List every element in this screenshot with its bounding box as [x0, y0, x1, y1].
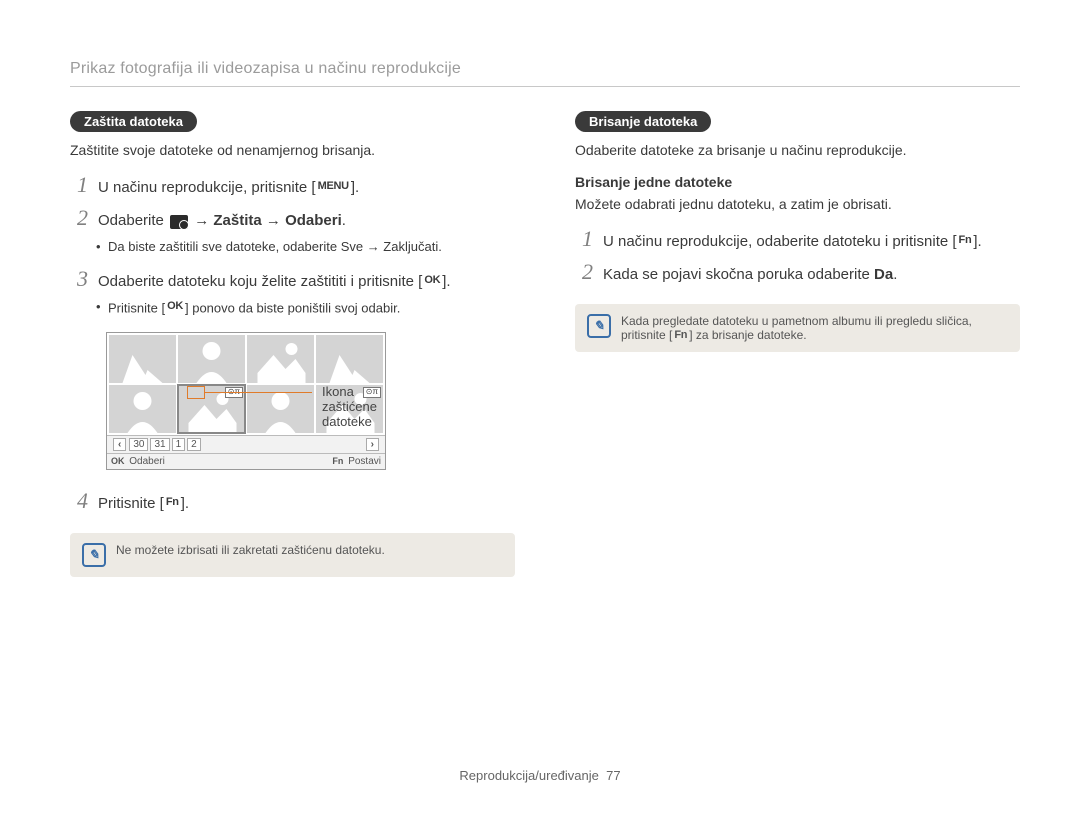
step-number: 4 — [70, 488, 88, 514]
date-cell: 31 — [150, 438, 169, 451]
prev-arrow-icon: ‹ — [113, 438, 126, 451]
page-footer: Reprodukcija/uređivanje 77 — [0, 768, 1080, 783]
protect-intro: Zaštitite svoje datoteke od nenamjernog … — [70, 142, 515, 158]
delete-subintro: Možete odabrati jednu datoteku, a zatim … — [575, 196, 1020, 212]
next-arrow-icon: › — [366, 438, 379, 451]
date-cell: 30 — [129, 438, 148, 451]
step-4-text: Pritisnite [Fn]. — [98, 493, 189, 515]
callout-line — [204, 392, 312, 393]
section-pill-protect: Zaštita datoteka — [70, 111, 197, 132]
delete-intro: Odaberite datoteke za brisanje u načinu … — [575, 142, 1020, 158]
step-3-text: Odaberite datoteku koju želite zaštititi… — [98, 271, 451, 293]
ok-button-glyph: OK — [165, 298, 185, 315]
step-2-text: Odaberite → Zaštita → Odaberi. — [98, 210, 346, 232]
right-column: Brisanje datoteka Odaberite datoteke za … — [575, 111, 1020, 577]
step-number: 1 — [575, 226, 593, 252]
step-number: 2 — [575, 259, 593, 285]
fn-button-glyph: Fn — [957, 232, 974, 250]
date-row: ‹ 30 31 1 2 › — [107, 435, 385, 453]
date-cell: 2 — [187, 438, 201, 451]
note-text: Kada pregledate datoteku u pametnom albu… — [621, 314, 1008, 342]
menu-button-glyph: MENU — [316, 178, 351, 196]
thumb — [109, 335, 176, 383]
thumbnail-figure: ⊙π ⊙π ‹ 30 31 1 — [106, 332, 386, 470]
page-title: Prikaz fotografija ili videozapisa u nač… — [70, 60, 1020, 87]
step-number: 2 — [70, 205, 88, 231]
callout-label: Ikona zaštićene datoteke — [322, 384, 386, 429]
step-number: 1 — [70, 172, 88, 198]
note-text: Ne možete izbrisati ili zakretati zaštić… — [116, 543, 385, 557]
note-box: ✎ Kada pregledate datoteku u pametnom al… — [575, 304, 1020, 352]
right-step-2-text: Kada se pojavi skočna poruka odaberite D… — [603, 264, 897, 286]
command-row: OK Odaberi Fn Postavi — [107, 453, 385, 469]
thumb — [109, 385, 176, 433]
note-icon: ✎ — [82, 543, 106, 567]
thumb — [178, 335, 245, 383]
callout-box — [187, 386, 205, 399]
step-2-bullet: Da biste zaštitili sve datoteke, odaberi… — [108, 238, 515, 256]
thumb — [247, 335, 314, 383]
fn-button-glyph: Fn — [672, 328, 689, 342]
section-pill-delete: Brisanje datoteka — [575, 111, 711, 132]
note-box: ✎ Ne možete izbrisati ili zakretati zašt… — [70, 533, 515, 577]
settings-icon — [170, 215, 188, 229]
thumb — [316, 335, 383, 383]
step-number: 3 — [70, 266, 88, 292]
step-3-bullet: Pritisnite [OK] ponovo da biste poništil… — [108, 298, 515, 318]
delete-subhead: Brisanje jedne datoteke — [575, 174, 1020, 190]
step-1-text: U načinu reprodukcije, pritisnite [MENU]… — [98, 177, 359, 199]
ok-button-glyph: OK — [422, 272, 442, 290]
note-icon: ✎ — [587, 314, 611, 338]
right-step-1-text: U načinu reprodukcije, odaberite datotek… — [603, 231, 982, 253]
date-cell: 1 — [172, 438, 186, 451]
left-column: Zaštita datoteka Zaštitite svoje datotek… — [70, 111, 515, 577]
fn-button-glyph: Fn — [164, 494, 181, 512]
